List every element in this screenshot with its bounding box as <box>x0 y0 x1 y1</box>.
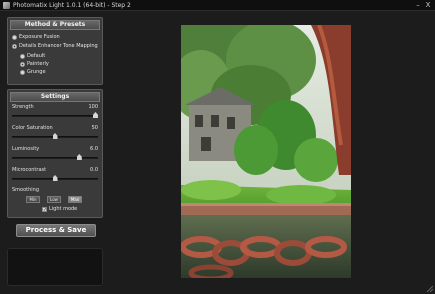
preset-painterly[interactable]: Painterly <box>20 61 49 68</box>
slider-value: 100 <box>88 104 98 110</box>
slider-label: Color Saturation <box>12 125 53 131</box>
slider-color-saturation: Color Saturation 50 <box>12 125 98 141</box>
minimize-icon[interactable]: – <box>413 1 423 10</box>
radio-label: Default <box>27 53 46 59</box>
preset-grunge[interactable]: Grunge <box>20 69 46 76</box>
smoothing-low-button[interactable]: Low <box>47 196 61 203</box>
slider-track[interactable] <box>12 115 98 117</box>
slider-thumb-icon[interactable] <box>76 154 82 160</box>
slider-strength: Strength 100 <box>12 104 98 120</box>
method-presets-panel: Method & Presets Exposure Fusion Details… <box>7 17 103 85</box>
slider-microcontrast: Microcontrast 0.0 <box>12 167 98 183</box>
window-title: Photomatix Light 1.0.1 (64-bit) - Step 2 <box>13 2 131 9</box>
slider-value: 50 <box>91 125 98 131</box>
radio-button-icon <box>20 54 25 59</box>
light-mode-label: Light mode <box>49 206 78 212</box>
radio-exposure-fusion[interactable]: Exposure Fusion <box>12 34 60 41</box>
light-mode-checkbox-row[interactable]: ✓ Light mode <box>42 206 77 212</box>
method-presets-header: Method & Presets <box>10 20 100 30</box>
slider-luminosity: Luminosity 6.0 <box>12 146 98 162</box>
radio-details-enhancer[interactable]: Details Enhancer Tone Mapping <box>12 43 98 50</box>
smoothing-label: Smoothing <box>12 187 40 193</box>
preview-image-graphic <box>181 25 351 278</box>
slider-value: 0.0 <box>90 167 98 173</box>
app-icon <box>3 2 10 9</box>
title-bar: Photomatix Light 1.0.1 (64-bit) - Step 2… <box>0 0 435 11</box>
checkbox-check-icon[interactable]: ✓ <box>42 206 47 212</box>
settings-header: Settings <box>10 92 100 102</box>
smoothing-max-button[interactable]: Max <box>68 196 82 203</box>
slider-track[interactable] <box>12 157 98 159</box>
slider-label: Luminosity <box>12 146 40 152</box>
radio-button-icon <box>12 35 17 40</box>
preset-default[interactable]: Default <box>20 53 45 60</box>
settings-panel: Settings Strength 100 Color Saturation 5… <box>7 89 103 218</box>
slider-thumb-icon[interactable] <box>52 133 58 139</box>
process-save-button[interactable]: Process & Save <box>16 224 96 237</box>
slider-value: 6.0 <box>90 146 98 152</box>
resize-grip-icon[interactable] <box>425 284 433 292</box>
info-box <box>7 248 103 286</box>
slider-label: Strength <box>12 104 34 110</box>
radio-label: Exposure Fusion <box>19 34 60 40</box>
preview-image <box>181 25 351 278</box>
smoothing-min-button[interactable]: Min <box>26 196 40 203</box>
radio-label: Painterly <box>27 61 49 67</box>
radio-label: Details Enhancer Tone Mapping <box>19 43 98 49</box>
radio-button-icon <box>20 70 25 75</box>
radio-button-icon <box>12 44 17 49</box>
slider-thumb-icon[interactable] <box>52 175 58 181</box>
radio-label: Grunge <box>27 69 46 75</box>
close-icon[interactable]: X <box>423 1 433 10</box>
radio-button-icon <box>20 62 25 67</box>
slider-label: Microcontrast <box>12 167 47 173</box>
slider-thumb-icon[interactable] <box>93 112 98 118</box>
